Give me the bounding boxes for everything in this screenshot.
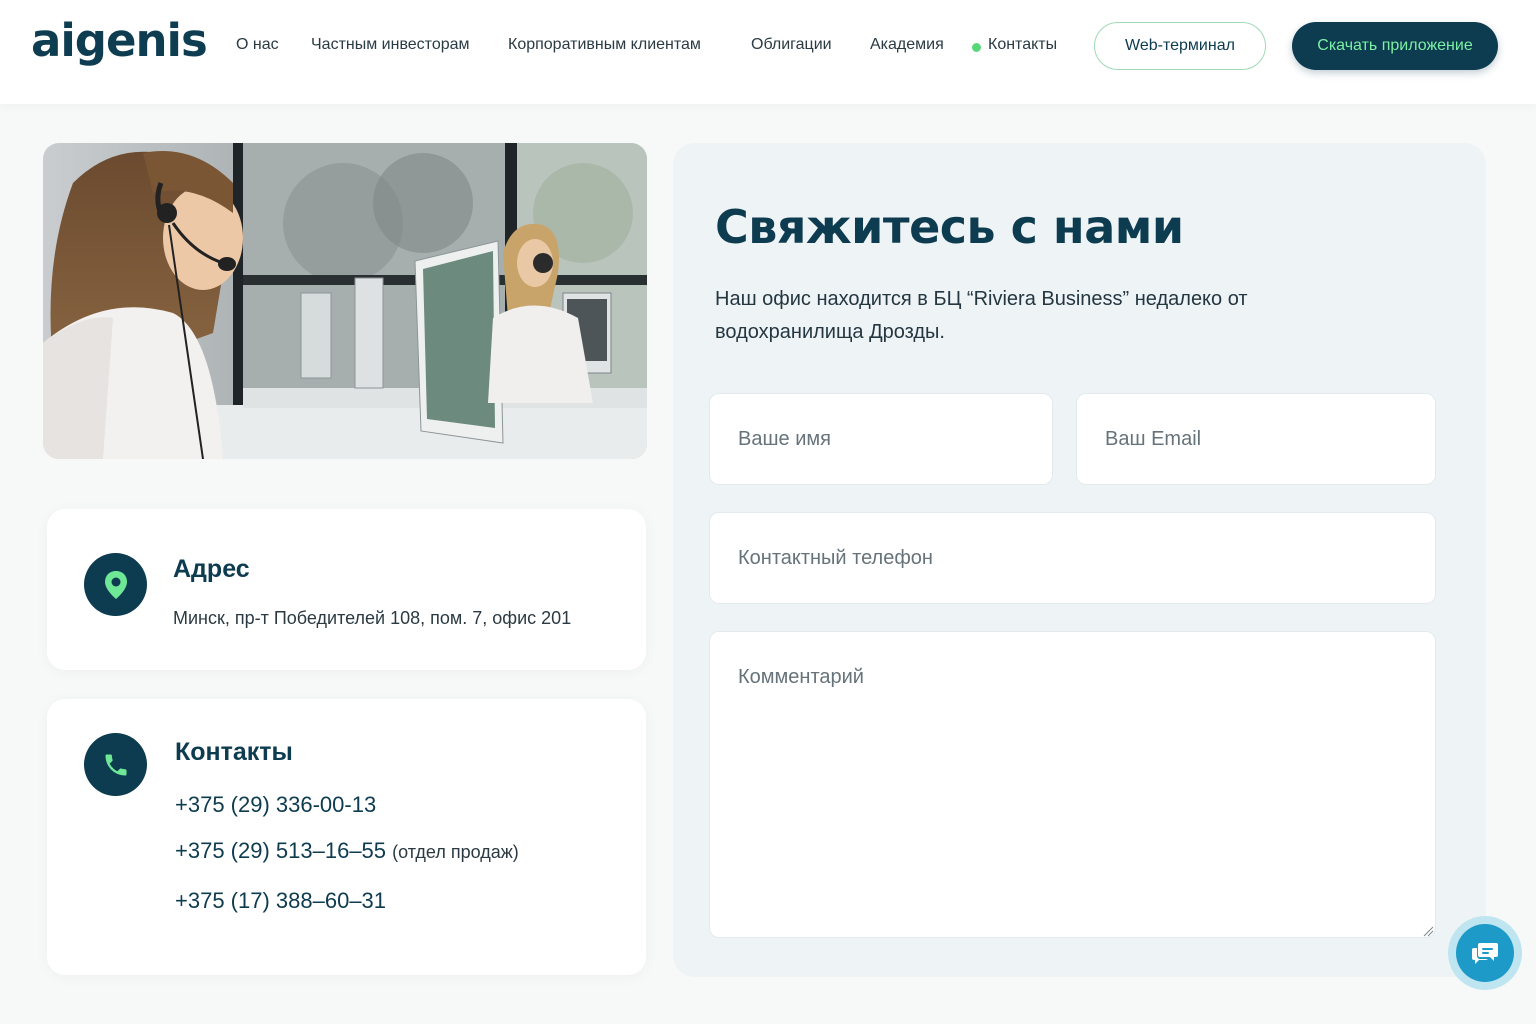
web-terminal-button[interactable]: Web-терминал xyxy=(1094,22,1266,70)
nav-item-about[interactable]: О нас xyxy=(236,36,279,54)
contacts-title: Контакты xyxy=(175,738,293,766)
phone-number-text[interactable]: +375 (29) 513–16–55 xyxy=(175,838,386,863)
phone-note: (отдел продаж) xyxy=(392,842,519,862)
phone-number[interactable]: +375 (29) 336-00-13 xyxy=(175,792,376,818)
phone-number-text[interactable]: +375 (17) 388–60–31 xyxy=(175,888,386,913)
name-input[interactable] xyxy=(709,393,1053,485)
nav-item-private-investors[interactable]: Частным инвесторам xyxy=(311,36,470,54)
site-header: aigenis О нас Частным инвесторам Корпора… xyxy=(0,0,1536,104)
contacts-card: Контакты +375 (29) 336-00-13 +375 (29) 5… xyxy=(47,699,646,975)
call-center-photo xyxy=(43,143,647,459)
form-description: Наш офис находится в БЦ “Riviera Busines… xyxy=(715,288,1248,343)
address-title: Адрес xyxy=(173,555,250,583)
email-input[interactable] xyxy=(1076,393,1436,485)
nav-item-contacts[interactable]: Контакты xyxy=(988,36,1057,54)
phone-icon xyxy=(84,733,147,796)
nav-item-corporate-clients[interactable]: Корпоративным клиентам xyxy=(508,36,701,54)
chat-bubble-icon xyxy=(1456,924,1514,982)
phone-number[interactable]: +375 (17) 388–60–31 xyxy=(175,888,386,914)
logo[interactable]: aigenis xyxy=(31,14,208,67)
address-card: Адрес Минск, пр-т Победителей 108, пом. … xyxy=(47,509,646,670)
nav-item-bonds[interactable]: Облигации xyxy=(751,36,832,54)
phone-input[interactable] xyxy=(709,512,1436,604)
active-nav-indicator xyxy=(972,43,981,52)
resize-handle-icon[interactable] xyxy=(1422,925,1434,937)
location-pin-icon xyxy=(84,553,147,616)
phone-number-text[interactable]: +375 (29) 336-00-13 xyxy=(175,792,376,817)
comment-textarea[interactable] xyxy=(709,631,1436,938)
address-text: Минск, пр-т Победителей 108, пом. 7, офи… xyxy=(173,608,572,628)
download-app-button[interactable]: Скачать приложение xyxy=(1292,22,1498,70)
nav-item-academy[interactable]: Академия xyxy=(870,36,944,54)
chat-button[interactable] xyxy=(1448,916,1522,990)
form-title: Свяжитесь с нами xyxy=(715,200,1184,254)
phone-number-sales[interactable]: +375 (29) 513–16–55 (отдел продаж) xyxy=(175,838,519,864)
